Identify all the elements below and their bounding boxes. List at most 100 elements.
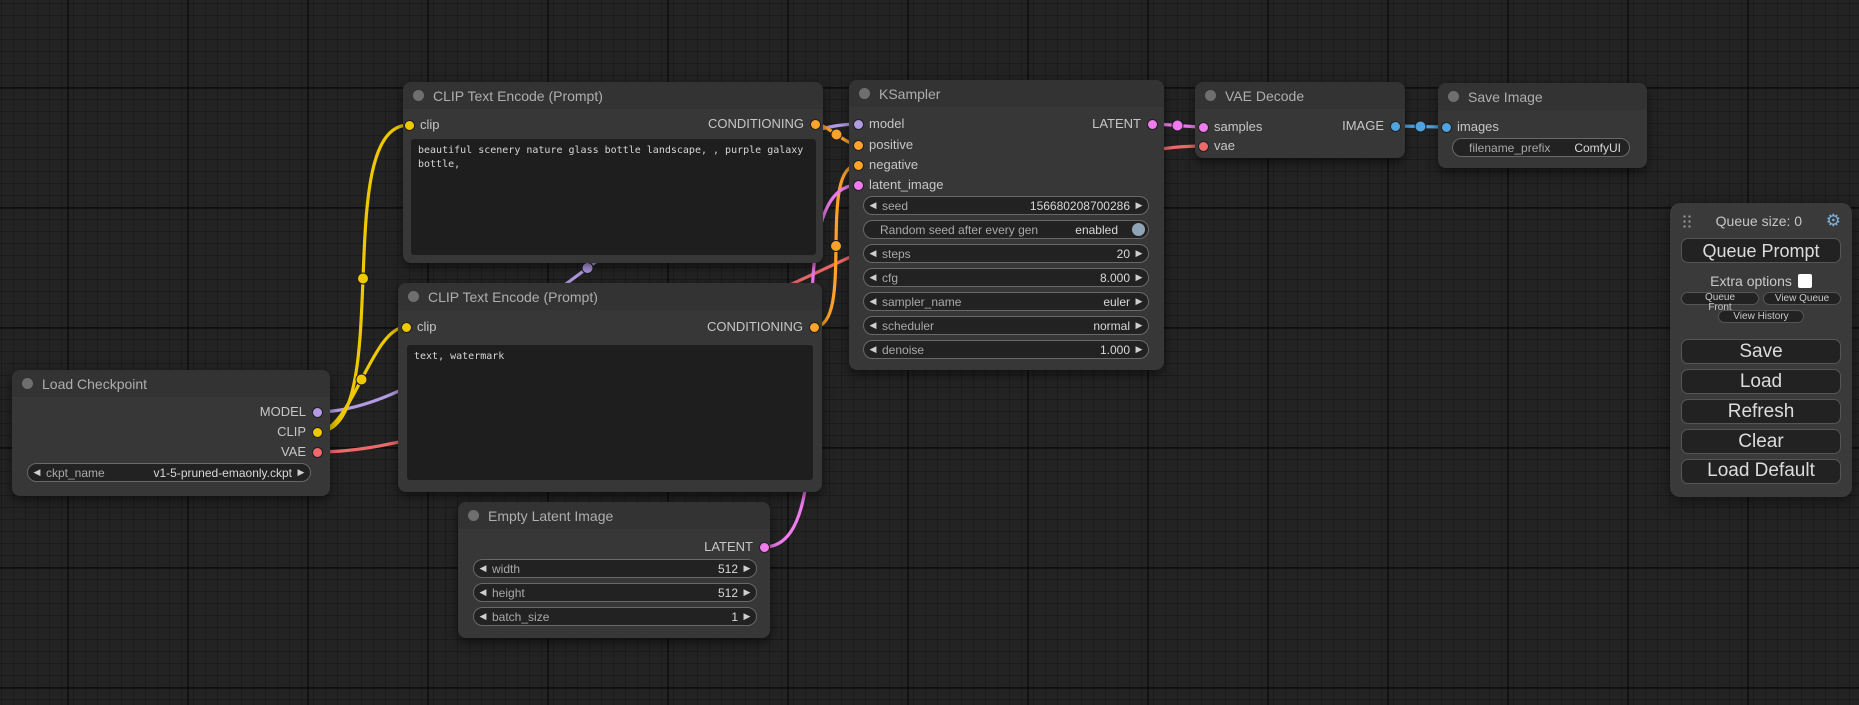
vae-input-label: vae	[1214, 138, 1235, 154]
decrement-arrow-icon[interactable]: ◀	[864, 269, 882, 286]
link-midpoint-dot	[582, 263, 593, 274]
filename_prefix-widget[interactable]: filename_prefixComfyUI	[1452, 138, 1630, 157]
queue-prompt-button[interactable]: Queue Prompt	[1681, 238, 1841, 263]
samples-input-port[interactable]	[1198, 122, 1209, 133]
decrement-arrow-icon[interactable]: ◀	[474, 560, 492, 577]
prompt-textarea[interactable]: text, watermark	[407, 345, 813, 480]
settings-gear-icon[interactable]: ⚙	[1826, 212, 1841, 230]
node-collapse-dot-icon[interactable]	[408, 291, 419, 302]
node-collapse-dot-icon[interactable]	[859, 88, 870, 99]
latent_image-input-port[interactable]	[853, 180, 864, 191]
increment-arrow-icon[interactable]: ▶	[292, 464, 310, 481]
model-input-label: model	[869, 116, 904, 132]
ckpt_name-widget[interactable]: ◀ckpt_namev1-5-pruned-emaonly.ckpt▶	[27, 463, 311, 482]
widget-label: height	[492, 586, 525, 600]
VAE-output-port[interactable]	[312, 447, 323, 458]
clip-input-port[interactable]	[404, 120, 415, 131]
decrement-arrow-icon[interactable]: ◀	[864, 341, 882, 358]
node-collapse-dot-icon[interactable]	[1448, 91, 1459, 102]
images-input-port[interactable]	[1441, 122, 1452, 133]
widget-value: ComfyUI	[1574, 141, 1621, 155]
node-clip_text_encode_positive[interactable]: CLIP Text Encode (Prompt)clipCONDITIONIN…	[403, 82, 823, 263]
IMAGE-output-port[interactable]	[1390, 121, 1401, 132]
sampler_name-widget[interactable]: ◀sampler_nameeuler▶	[863, 292, 1149, 311]
increment-arrow-icon[interactable]: ▶	[1130, 269, 1148, 286]
increment-arrow-icon[interactable]: ▶	[1130, 197, 1148, 214]
increment-arrow-icon[interactable]: ▶	[738, 584, 756, 601]
queue-drag-handle-icon[interactable]	[1682, 213, 1692, 228]
decrement-arrow-icon[interactable]: ◀	[864, 245, 882, 262]
height-widget[interactable]: ◀height512▶	[473, 583, 757, 602]
node-collapse-dot-icon[interactable]	[413, 90, 424, 101]
node-load_checkpoint[interactable]: Load CheckpointMODELCLIPVAE◀ckpt_namev1-…	[12, 370, 330, 496]
load-default-button[interactable]: Load Default	[1681, 459, 1841, 484]
decrement-arrow-icon[interactable]: ◀	[474, 584, 492, 601]
steps-widget[interactable]: ◀steps20▶	[863, 244, 1149, 263]
clear-button[interactable]: Clear	[1681, 429, 1841, 454]
MODEL-output-port[interactable]	[312, 407, 323, 418]
save-button[interactable]: Save	[1681, 339, 1841, 364]
toggle-knob-icon[interactable]	[1132, 223, 1145, 236]
queue-front-button[interactable]: Queue Front	[1681, 292, 1759, 305]
link-midpoint-dot	[831, 129, 842, 140]
node-title-bar[interactable]: CLIP Text Encode (Prompt)	[398, 283, 822, 310]
vae-input-port[interactable]	[1198, 141, 1209, 152]
LATENT-output-port[interactable]	[1147, 119, 1158, 130]
view-history-button[interactable]: View History	[1718, 310, 1804, 323]
refresh-button[interactable]: Refresh	[1681, 399, 1841, 424]
node-title: KSampler	[879, 86, 940, 102]
clip-input-label: clip	[417, 319, 437, 335]
load-button[interactable]: Load	[1681, 369, 1841, 394]
node-vae_decode[interactable]: VAE DecodesamplesvaeIMAGE	[1195, 82, 1405, 158]
node-ksampler[interactable]: KSamplermodelpositivenegativelatent_imag…	[849, 80, 1164, 370]
batch_size-widget[interactable]: ◀batch_size1▶	[473, 607, 757, 626]
positive-input-port[interactable]	[853, 140, 864, 151]
decrement-arrow-icon[interactable]: ◀	[474, 608, 492, 625]
node-title: Load Checkpoint	[42, 376, 147, 392]
queue-size-label: Queue size: 0	[1692, 213, 1826, 229]
node-save_image[interactable]: Save Imageimagesfilename_prefixComfyUI	[1438, 83, 1647, 168]
LATENT-output-port[interactable]	[759, 542, 770, 553]
node-collapse-dot-icon[interactable]	[1205, 90, 1216, 101]
decrement-arrow-icon[interactable]: ◀	[28, 464, 46, 481]
cfg-widget[interactable]: ◀cfg8.000▶	[863, 268, 1149, 287]
increment-arrow-icon[interactable]: ▶	[1130, 317, 1148, 334]
CONDITIONING-output-port[interactable]	[810, 119, 821, 130]
width-widget[interactable]: ◀width512▶	[473, 559, 757, 578]
node-empty_latent_image[interactable]: Empty Latent ImageLATENT◀width512▶◀heigh…	[458, 502, 770, 638]
node-title-bar[interactable]: Empty Latent Image	[458, 502, 770, 529]
denoise-widget[interactable]: ◀denoise1.000▶	[863, 340, 1149, 359]
node-collapse-dot-icon[interactable]	[468, 510, 479, 521]
node-title-bar[interactable]: Load Checkpoint	[12, 370, 330, 397]
decrement-arrow-icon[interactable]: ◀	[864, 293, 882, 310]
decrement-arrow-icon[interactable]: ◀	[864, 197, 882, 214]
increment-arrow-icon[interactable]: ▶	[738, 608, 756, 625]
negative-input-port[interactable]	[853, 160, 864, 171]
CONDITIONING-output-port[interactable]	[809, 322, 820, 333]
node-clip_text_encode_negative[interactable]: CLIP Text Encode (Prompt)clipCONDITIONIN…	[398, 283, 822, 492]
link-midpoint-dot	[1172, 120, 1183, 131]
increment-arrow-icon[interactable]: ▶	[1130, 245, 1148, 262]
increment-arrow-icon[interactable]: ▶	[1130, 341, 1148, 358]
extra-options-checkbox[interactable]	[1798, 274, 1812, 288]
increment-arrow-icon[interactable]: ▶	[738, 560, 756, 577]
node-title-bar[interactable]: KSampler	[849, 80, 1164, 107]
node-title-bar[interactable]: CLIP Text Encode (Prompt)	[403, 82, 823, 109]
CLIP-output-port[interactable]	[312, 427, 323, 438]
widget-value: 1.000	[1100, 343, 1130, 357]
prompt-textarea[interactable]: beautiful scenery nature glass bottle la…	[411, 139, 816, 255]
view-queue-button[interactable]: View Queue	[1763, 292, 1841, 305]
widget-value: 512	[718, 562, 738, 576]
decrement-arrow-icon[interactable]: ◀	[864, 317, 882, 334]
widget-label: ckpt_name	[46, 466, 105, 480]
seed-widget[interactable]: ◀seed156680208700286▶	[863, 196, 1149, 215]
node-title-bar[interactable]: Save Image	[1438, 83, 1647, 110]
scheduler-widget[interactable]: ◀schedulernormal▶	[863, 316, 1149, 335]
node-collapse-dot-icon[interactable]	[22, 378, 33, 389]
increment-arrow-icon[interactable]: ▶	[1130, 293, 1148, 310]
widget-value: euler	[1103, 295, 1130, 309]
Random seed after every gen-widget[interactable]: Random seed after every genenabled	[863, 220, 1149, 239]
clip-input-port[interactable]	[401, 322, 412, 333]
model-input-port[interactable]	[853, 119, 864, 130]
node-title-bar[interactable]: VAE Decode	[1195, 82, 1405, 109]
